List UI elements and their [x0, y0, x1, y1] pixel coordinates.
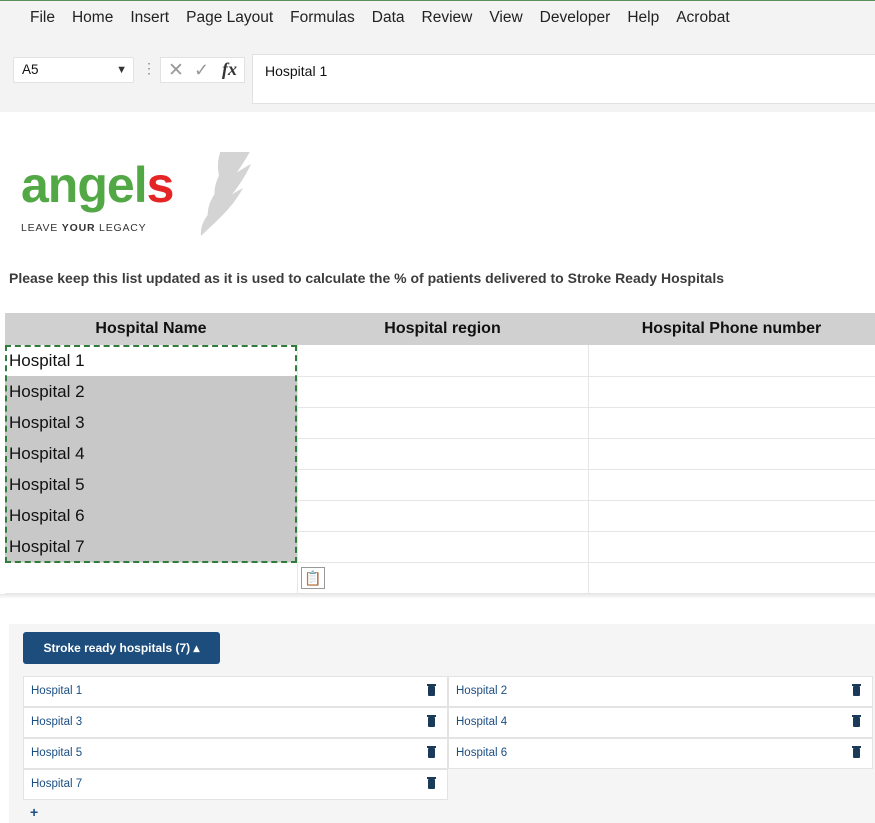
copy-selection-marquee	[5, 345, 297, 563]
list-item[interactable]: Hospital 5	[23, 738, 448, 769]
column-divider	[297, 345, 298, 595]
stroke-ready-hospitals-button[interactable]: Stroke ready hospitals (7) ▴	[23, 632, 220, 664]
stroke-ready-panel: Stroke ready hospitals (7) ▴ Hospital 1 …	[9, 624, 875, 823]
name-box[interactable]: A5 ▼	[13, 57, 134, 83]
list-item[interactable]: Hospital 1	[23, 676, 448, 707]
trash-icon[interactable]	[852, 746, 861, 758]
menu-page-layout[interactable]: Page Layout	[186, 9, 273, 45]
menu-bar: File Home Insert Page Layout Formulas Da…	[0, 9, 747, 45]
menu-file[interactable]: File	[30, 9, 55, 45]
chevron-down-icon[interactable]: ▼	[116, 64, 127, 76]
column-divider	[588, 345, 589, 595]
logo-wordmark: angels	[21, 157, 174, 213]
menu-insert[interactable]: Insert	[130, 9, 169, 45]
formula-controls: ✕ ✓ fx	[160, 57, 245, 83]
list-item[interactable]: Hospital 6	[448, 738, 873, 769]
trash-icon[interactable]	[427, 684, 436, 696]
menu-help[interactable]: Help	[627, 9, 659, 45]
logo-tagline: LEAVE YOUR LEGACY	[21, 222, 147, 234]
list-item[interactable]: Hospital 2	[448, 676, 873, 707]
list-item[interactable]: Hospital 7	[23, 769, 448, 800]
sheet-edge	[0, 594, 875, 598]
menu-formulas[interactable]: Formulas	[290, 9, 355, 45]
list-item[interactable]: Hospital 4	[448, 707, 873, 738]
trash-icon[interactable]	[852, 684, 861, 696]
header-hospital-region[interactable]: Hospital region	[297, 313, 588, 345]
cell-a12[interactable]	[5, 562, 297, 593]
angels-logo: angels	[21, 152, 281, 252]
instruction-note: Please keep this list updated as it is u…	[9, 270, 724, 286]
cancel-icon[interactable]: ✕	[168, 59, 184, 82]
vertical-dots-icon[interactable]: ⋮	[142, 60, 156, 77]
name-box-value: A5	[22, 62, 39, 77]
header-hospital-name[interactable]: Hospital Name	[5, 313, 297, 345]
trash-icon[interactable]	[852, 715, 861, 727]
table-row	[5, 562, 875, 594]
formula-bar[interactable]: Hospital 1	[252, 54, 875, 104]
header-hospital-phone[interactable]: Hospital Phone number	[588, 313, 875, 345]
ribbon: File Home Insert Page Layout Formulas Da…	[0, 0, 875, 113]
menu-view[interactable]: View	[489, 9, 522, 45]
menu-acrobat[interactable]: Acrobat	[676, 9, 729, 45]
formula-bar-value: Hospital 1	[265, 63, 328, 79]
menu-review[interactable]: Review	[422, 9, 473, 45]
clipboard-icon[interactable]: 📋	[301, 567, 325, 589]
enter-icon[interactable]: ✓	[194, 60, 209, 81]
trash-icon[interactable]	[427, 746, 436, 758]
menu-data[interactable]: Data	[372, 9, 405, 45]
list-item[interactable]: Hospital 3	[23, 707, 448, 738]
worksheet: angels LEAVE YOUR LEGACY Please keep thi…	[0, 112, 875, 598]
trash-icon[interactable]	[427, 777, 436, 789]
menu-home[interactable]: Home	[72, 9, 113, 45]
trash-icon[interactable]	[427, 715, 436, 727]
add-hospital-button[interactable]: +	[30, 804, 38, 820]
menu-developer[interactable]: Developer	[540, 9, 611, 45]
insert-function-icon[interactable]: fx	[222, 59, 237, 80]
